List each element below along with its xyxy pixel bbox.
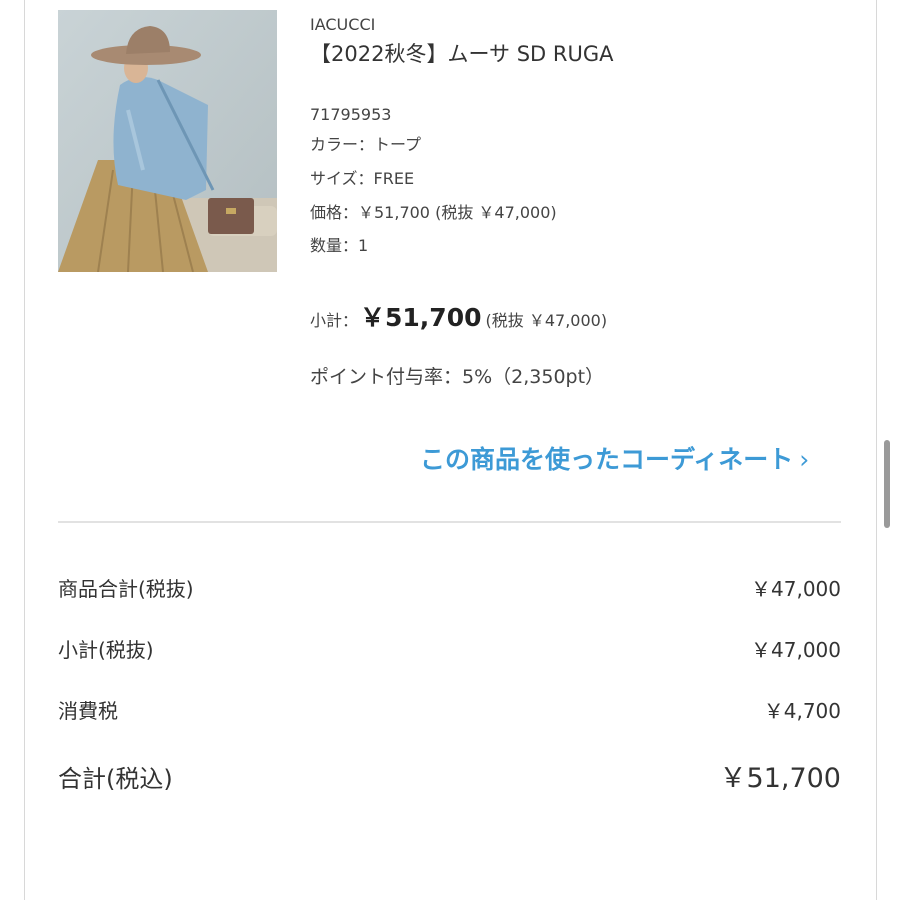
product-name[interactable]: 【2022秋冬】ムーサ SD RUGA [310, 38, 613, 68]
subtotal-label: 小計： [310, 311, 359, 330]
divider [58, 521, 841, 523]
summary-label: 商品合計(税抜) [58, 577, 194, 601]
summary-value: ￥51,700 [719, 763, 841, 794]
point-rate: ポイント付与率：5%（2,350pt） [310, 366, 605, 388]
summary-label: 合計(税込) [58, 765, 173, 793]
product-size: サイズ：FREE [310, 169, 415, 188]
product-code: 71795953 [310, 105, 392, 124]
page-border-left [24, 0, 25, 900]
summary-row-consumption-tax: 消費税 ￥4,700 [58, 695, 841, 724]
coordinate-link-label: この商品を使ったコーディネート [420, 445, 794, 474]
summary-value: ￥47,000 [751, 638, 841, 662]
summary-row-items-total: 商品合計(税抜) ￥47,000 [58, 573, 841, 602]
product-price: 価格：￥51,700 (税抜 ￥47,000) [310, 203, 557, 222]
summary-value: ￥47,000 [751, 577, 841, 601]
scrollbar[interactable] [884, 440, 890, 528]
summary-value: ￥4,700 [763, 699, 841, 723]
coordinate-link[interactable]: この商品を使ったコーディネート › [420, 440, 809, 476]
page-border-right [876, 0, 877, 900]
product-brand: IACUCCI [310, 15, 376, 34]
summary-row-grand-total: 合計(税込) ￥51,700 [58, 756, 841, 795]
product-quantity: 数量：1 [310, 236, 369, 255]
summary-label: 消費税 [58, 699, 118, 723]
summary-label: 小計(税抜) [58, 638, 154, 662]
chevron-right-icon: › [799, 445, 810, 474]
product-image[interactable] [58, 10, 277, 272]
subtotal-tax-excluded: (税抜 ￥47,000) [485, 311, 608, 330]
summary-row-subtotal: 小計(税抜) ￥47,000 [58, 634, 841, 663]
product-color: カラー：トープ [310, 135, 422, 154]
item-subtotal: 小計：￥51,700 (税抜 ￥47,000) [310, 298, 607, 334]
subtotal-price: ￥51,700 [360, 303, 482, 332]
